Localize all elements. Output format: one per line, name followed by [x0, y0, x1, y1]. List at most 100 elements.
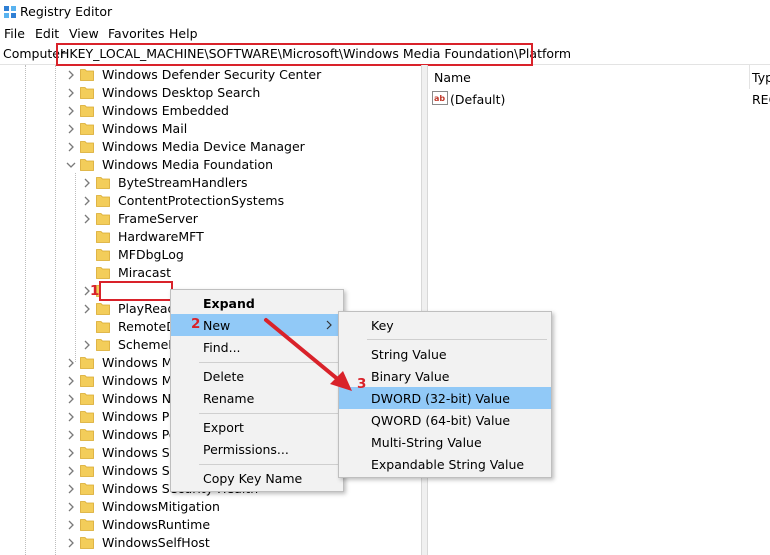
- submenu-item-string-value[interactable]: String Value: [339, 343, 551, 365]
- chevron-right-icon[interactable]: [66, 501, 76, 513]
- tree-node-label: RemoteD: [118, 319, 176, 334]
- tree-node-label: Windows Me: [102, 355, 181, 370]
- folder-icon: [80, 483, 94, 495]
- tree-node[interactable]: WindowsRuntime: [0, 516, 420, 534]
- folder-icon: [80, 429, 94, 441]
- menu-file[interactable]: File: [4, 26, 25, 41]
- tree-node[interactable]: Windows Mail: [0, 120, 420, 138]
- chevron-right-icon[interactable]: [66, 411, 76, 423]
- chevron-right-icon[interactable]: [66, 429, 76, 441]
- menu-view[interactable]: View: [69, 26, 99, 41]
- folder-icon: [80, 393, 94, 405]
- chevron-right-icon[interactable]: [66, 375, 76, 387]
- folder-icon: [80, 123, 94, 135]
- tree-node[interactable]: Windows Media Device Manager: [0, 138, 420, 156]
- tree-node-label: Windows Media Foundation: [102, 157, 274, 172]
- step-3-label: 3: [357, 376, 367, 392]
- folder-icon: [80, 357, 94, 369]
- menu-item-permissions[interactable]: Permissions...: [171, 438, 343, 460]
- tree-node-label: Windows Embedded: [102, 103, 229, 118]
- tree-node[interactable]: Windows Media Foundation: [0, 156, 420, 174]
- chevron-right-icon[interactable]: [82, 177, 92, 189]
- submenu-item-binary-value[interactable]: Binary Value: [339, 365, 551, 387]
- menu-separator: [199, 362, 339, 363]
- folder-icon: [96, 249, 110, 261]
- tree-node[interactable]: WindowsSelfHost: [0, 534, 420, 552]
- menu-item-expand[interactable]: Expand: [171, 292, 343, 314]
- values-pane[interactable]: Name Typ ab (Default) REG: [428, 65, 770, 555]
- tree-node[interactable]: Miracast: [0, 264, 420, 282]
- chevron-right-icon[interactable]: [66, 393, 76, 405]
- chevron-right-icon[interactable]: [66, 69, 76, 81]
- menu-edit[interactable]: Edit: [35, 26, 59, 41]
- menu-item-delete[interactable]: Delete: [171, 365, 343, 387]
- window-title: Registry Editor: [20, 4, 113, 19]
- tree-node-label: WindowsRuntime: [102, 517, 211, 532]
- address-path[interactable]: HKEY_LOCAL_MACHINE\SOFTWARE\Microsoft\Wi…: [60, 46, 571, 61]
- folder-icon: [96, 321, 110, 333]
- folder-icon: [80, 537, 94, 549]
- tree-node-label: Windows Se: [102, 463, 178, 478]
- title-bar: Registry Editor: [0, 0, 770, 24]
- column-header-name[interactable]: Name: [434, 70, 471, 85]
- chevron-right-icon[interactable]: [66, 465, 76, 477]
- folder-icon: [96, 195, 110, 207]
- menu-item-find[interactable]: Find...: [171, 336, 343, 358]
- tree-node-label: Miracast: [118, 265, 172, 280]
- menu-help[interactable]: Help: [169, 26, 198, 41]
- chevron-right-icon[interactable]: [82, 213, 92, 225]
- menu-bar: File Edit View Favorites Help: [0, 24, 770, 43]
- submenu-item-expandable-string-value[interactable]: Expandable String Value: [339, 453, 551, 475]
- tree-node[interactable]: Windows Desktop Search: [0, 84, 420, 102]
- tree-node[interactable]: FrameServer: [0, 210, 420, 228]
- pane-splitter[interactable]: [421, 65, 428, 555]
- tree-node[interactable]: Windows Embedded: [0, 102, 420, 120]
- address-prefix: Computer: [3, 46, 66, 61]
- chevron-right-icon[interactable]: [66, 87, 76, 99]
- chevron-right-icon[interactable]: [66, 519, 76, 531]
- column-header-type[interactable]: Typ: [752, 70, 770, 85]
- chevron-right-icon[interactable]: [82, 195, 92, 207]
- submenu-item-qword-value[interactable]: QWORD (64-bit) Value: [339, 409, 551, 431]
- folder-icon: [96, 303, 110, 315]
- menu-item-copy-key-name[interactable]: Copy Key Name: [171, 467, 343, 489]
- tree-node[interactable]: WindowsMitigation: [0, 498, 420, 516]
- tree-node[interactable]: Windows Defender Security Center: [0, 66, 420, 84]
- tree-node-label: Windows Sc: [102, 445, 177, 460]
- tree-node[interactable]: ContentProtectionSystems: [0, 192, 420, 210]
- platform-highlight-box: [99, 281, 173, 301]
- chevron-right-icon[interactable]: [66, 141, 76, 153]
- tree-node-label: Windows Media Device Manager: [102, 139, 305, 154]
- chevron-right-icon[interactable]: [66, 105, 76, 117]
- folder-icon: [80, 465, 94, 477]
- chevron-right-icon[interactable]: [82, 303, 92, 315]
- tree-node-label: Windows Desktop Search: [102, 85, 261, 100]
- folder-icon: [80, 411, 94, 423]
- folder-icon: [80, 519, 94, 531]
- column-divider[interactable]: [749, 65, 750, 89]
- tree-node[interactable]: ByteStreamHandlers: [0, 174, 420, 192]
- chevron-right-icon[interactable]: [66, 447, 76, 459]
- tree-node[interactable]: MFDbgLog: [0, 246, 420, 264]
- chevron-right-icon[interactable]: [66, 537, 76, 549]
- chevron-down-icon[interactable]: [66, 159, 76, 171]
- tree-node-label: ContentProtectionSystems: [118, 193, 285, 208]
- submenu-item-key[interactable]: Key: [339, 314, 551, 336]
- submenu-item-multi-string-value[interactable]: Multi-String Value: [339, 431, 551, 453]
- chevron-right-icon[interactable]: [66, 123, 76, 135]
- chevron-right-icon[interactable]: [66, 483, 76, 495]
- menu-favorites[interactable]: Favorites: [108, 26, 164, 41]
- value-row-type[interactable]: REG: [752, 92, 770, 107]
- value-row-name[interactable]: (Default): [450, 92, 505, 107]
- folder-icon: [96, 213, 110, 225]
- menu-item-export[interactable]: Export: [171, 416, 343, 438]
- menu-separator: [367, 339, 547, 340]
- chevron-right-icon[interactable]: [82, 339, 92, 351]
- address-bar[interactable]: Computer HKEY_LOCAL_MACHINE\SOFTWARE\Mic…: [0, 43, 770, 65]
- tree-node-label: Windows Mail: [102, 121, 188, 136]
- step-2-label: 2: [191, 316, 201, 332]
- submenu-item-dword-value[interactable]: DWORD (32-bit) Value: [339, 387, 551, 409]
- menu-item-rename[interactable]: Rename: [171, 387, 343, 409]
- tree-node[interactable]: HardwareMFT: [0, 228, 420, 246]
- chevron-right-icon[interactable]: [66, 357, 76, 369]
